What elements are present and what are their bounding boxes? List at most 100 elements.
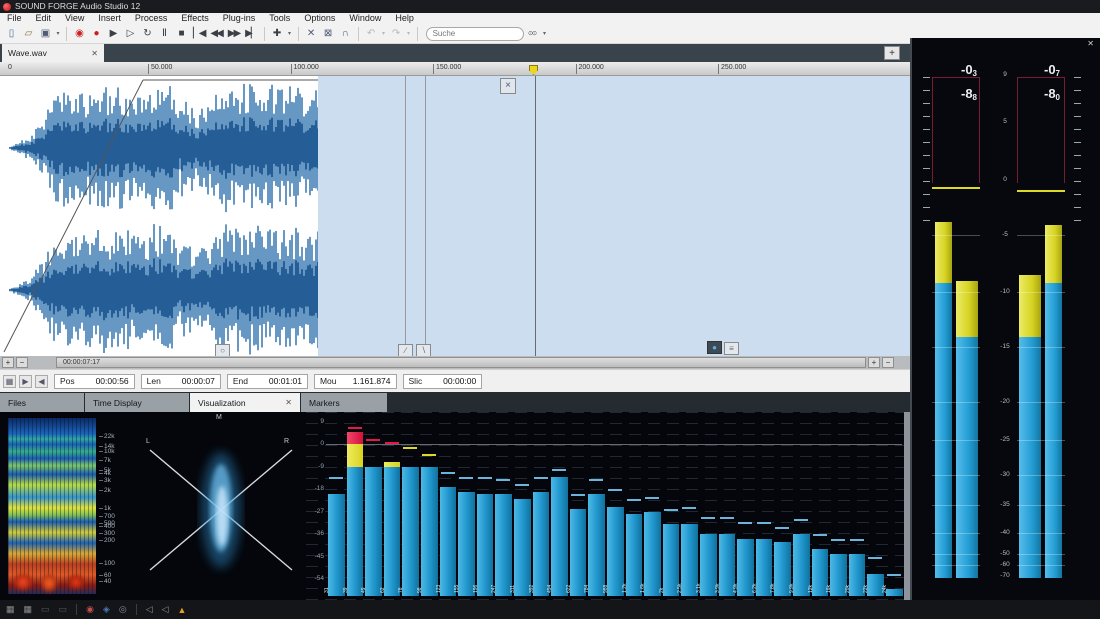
dock-tab-files[interactable]: Files xyxy=(0,393,84,412)
playback-cursor[interactable] xyxy=(535,76,536,356)
menu-item-options[interactable]: Options xyxy=(297,13,342,24)
zoom-in-button-right[interactable]: + xyxy=(868,357,880,368)
freq-scale-label: 400 xyxy=(104,523,115,530)
crossfade-type-button[interactable]: × xyxy=(500,78,516,94)
paste-icon[interactable]: ∩ xyxy=(337,25,354,43)
edit-tool-icon[interactable]: ✚ xyxy=(269,25,286,43)
pause-icon[interactable]: Ⅱ xyxy=(156,25,173,43)
open-folder-icon[interactable]: ▱ xyxy=(20,25,37,43)
rewind-icon[interactable]: ◀◀ xyxy=(207,25,224,43)
keyboard-layout-icon[interactable]: ▦ xyxy=(6,604,15,615)
input-monitor-icon[interactable]: ◈ xyxy=(103,604,110,615)
loop-playback-icon[interactable]: ↻ xyxy=(139,25,156,43)
toggle-a-icon[interactable]: ▭ xyxy=(41,604,50,615)
redo-caret-icon[interactable]: ▾ xyxy=(405,25,413,43)
field-value: 00:00:56 xyxy=(83,376,129,386)
edit-tool-caret-icon[interactable]: ▾ xyxy=(286,25,294,43)
speaker-mute-icon[interactable]: ◁ xyxy=(162,604,169,615)
spectrum-category-label: 7.8k xyxy=(770,584,776,593)
tab-close-icon[interactable]: ✕ xyxy=(91,49,98,58)
go-to-end-icon[interactable]: ▶▏ xyxy=(242,25,259,43)
timeline-ruler[interactable]: 0 50.000100.000150.000200.000250.000 xyxy=(0,62,910,76)
forward-icon[interactable]: ▶▶ xyxy=(225,25,242,43)
dock-tab-label: Files xyxy=(8,398,26,408)
spectrum-bar: 4.9k xyxy=(737,412,754,596)
menu-item-tools[interactable]: Tools xyxy=(262,13,297,24)
search-input[interactable] xyxy=(426,27,524,41)
timeline-marker[interactable] xyxy=(529,65,538,75)
menu-item-insert[interactable]: Insert xyxy=(91,13,128,24)
freq-scale-label: 300 xyxy=(104,530,115,537)
peak-hold-line xyxy=(441,472,455,474)
event1-envelope-button[interactable]: ○ xyxy=(215,344,230,356)
record-remote-icon[interactable]: ◉ xyxy=(86,604,94,615)
event2-fadein-button[interactable]: ∖ xyxy=(416,344,431,356)
speaker-config-icon[interactable]: ◁ xyxy=(146,604,153,615)
menu-item-view[interactable]: View xyxy=(58,13,91,24)
levels-indicator-icon[interactable]: ▲ xyxy=(178,605,187,615)
menu-item-file[interactable]: File xyxy=(0,13,29,24)
menu-item-window[interactable]: Window xyxy=(342,13,388,24)
freq-scale-label: 7k xyxy=(104,457,111,464)
spectrum-bar: 3.1k xyxy=(700,412,717,596)
redo-icon[interactable]: ↷ xyxy=(388,25,405,43)
save-icon[interactable]: ▣ xyxy=(37,25,54,43)
spectrum-ytick-label: -36 xyxy=(306,530,324,537)
cut-icon[interactable]: ✕ xyxy=(303,25,320,43)
find-icon[interactable]: ⊙⊙ xyxy=(524,25,541,43)
spectrum-bar-segment xyxy=(495,494,512,596)
spectrum-category-label: 12k xyxy=(808,585,814,593)
dock-tab-timedisplay[interactable]: Time Display xyxy=(85,393,189,412)
peak-hold-line xyxy=(664,509,678,511)
horizontal-scrollbar[interactable]: + − 00:00:07:17 + − xyxy=(0,356,910,369)
field-end: End00:01:01 xyxy=(227,374,308,389)
spectrogram-display xyxy=(8,418,96,594)
undo-caret-icon[interactable]: ▾ xyxy=(380,25,388,43)
scrollbar-thumb[interactable]: 00:00:07:17 xyxy=(56,357,866,368)
dock-tab-markers[interactable]: Markers xyxy=(301,393,387,412)
record-special-icon[interactable]: ◉ xyxy=(71,25,88,43)
selection-tool-button-1[interactable]: ▶ xyxy=(19,375,32,388)
menu-item-effects[interactable]: Effects xyxy=(174,13,215,24)
stop-icon[interactable]: ■ xyxy=(173,25,190,43)
event1-fadeout-button[interactable]: ∕ xyxy=(398,344,413,356)
selection-tool-button-2[interactable]: ◀ xyxy=(35,375,48,388)
spectrum-category-label: 1.6k xyxy=(640,584,646,593)
tab-wave-wav[interactable]: Wave.wav ✕ xyxy=(2,44,104,62)
zoom-out-button[interactable]: − xyxy=(16,357,28,368)
trim-crop-icon[interactable]: ⊠ xyxy=(320,25,337,43)
undo-icon[interactable]: ↶ xyxy=(363,25,380,43)
dock-tab-close-icon[interactable]: ✕ xyxy=(285,398,292,407)
ruler-add-button[interactable]: + xyxy=(884,46,900,60)
selection-region[interactable] xyxy=(318,76,910,356)
record-icon[interactable]: ● xyxy=(88,25,105,43)
zoom-out-button-right[interactable]: − xyxy=(882,357,894,368)
menu-item-help[interactable]: Help xyxy=(388,13,421,24)
event2-menu-button[interactable]: ≡ xyxy=(724,342,739,355)
play-all-icon[interactable]: ▷ xyxy=(122,25,139,43)
save-caret-icon[interactable]: ▾ xyxy=(54,25,62,43)
field-pos: Pos00:00:56 xyxy=(54,374,135,389)
menu-item-edit[interactable]: Edit xyxy=(29,13,59,24)
event2-envelope-button[interactable]: ● xyxy=(707,341,722,354)
play-icon[interactable]: ▶ xyxy=(105,25,122,43)
ruler-tick-label: 200.000 xyxy=(579,64,604,71)
meters-close-icon[interactable]: ✕ xyxy=(1087,39,1094,48)
spectrum-bar: 1.6k xyxy=(644,412,661,596)
dock-tab-visualization[interactable]: Visualization✕ xyxy=(190,393,300,412)
spectrum-bar: 494 xyxy=(551,412,568,596)
go-to-start-icon[interactable]: ▏◀ xyxy=(190,25,207,43)
new-file-icon[interactable]: ▯ xyxy=(3,25,20,43)
menu-item-process[interactable]: Process xyxy=(128,13,175,24)
peak-hold-line xyxy=(459,477,473,479)
toggle-b-icon[interactable]: ▭ xyxy=(59,604,68,615)
preview-eye-icon[interactable]: ◎ xyxy=(119,604,127,615)
meter-gridline xyxy=(1017,347,1065,348)
menu-item-plugins[interactable]: Plug-ins xyxy=(216,13,263,24)
selection-tool-button-0[interactable]: ▦ xyxy=(3,375,16,388)
midi-keyboard-icon[interactable]: ▦ xyxy=(24,604,33,615)
spectrum-ytick-label: 9 xyxy=(306,418,324,425)
find-caret-icon[interactable]: ▾ xyxy=(541,25,549,43)
waveform-editor[interactable]: × ○ ∕ ∖ ● ≡ xyxy=(0,76,910,356)
zoom-in-button[interactable]: + xyxy=(2,357,14,368)
